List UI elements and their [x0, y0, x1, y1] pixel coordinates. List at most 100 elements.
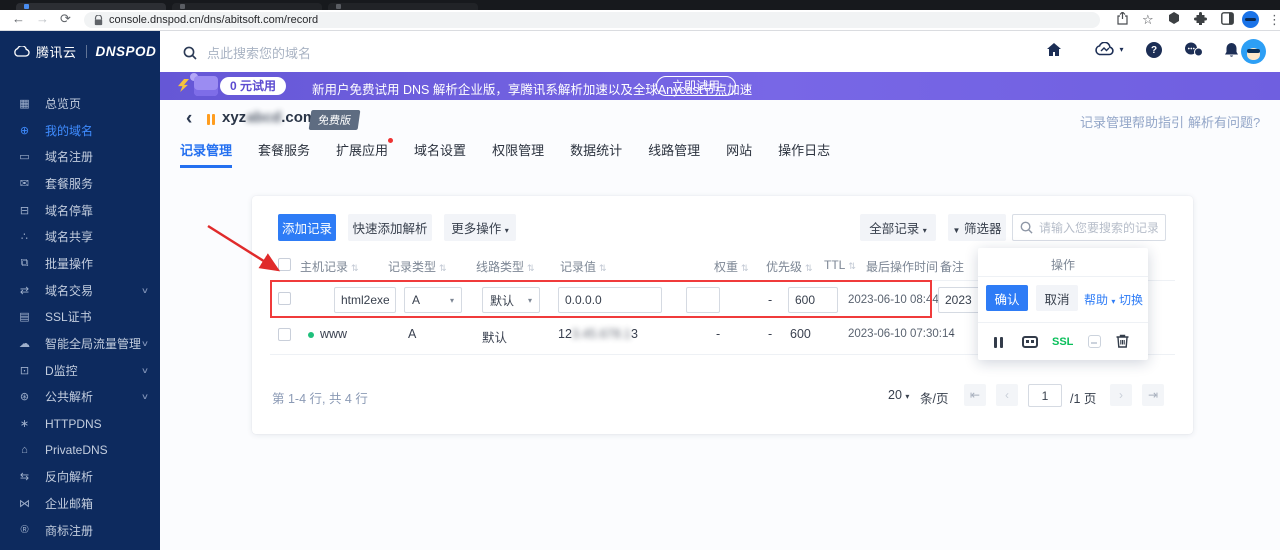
help-icon[interactable]: ?	[1146, 42, 1162, 58]
sidebar-item-trademark[interactable]: ®商标注册	[0, 517, 160, 544]
tab-extensions[interactable]: 扩展应用	[336, 140, 388, 168]
filter-button[interactable]: ▼ 筛选器	[948, 214, 1006, 241]
sidebar-item-domain-parking[interactable]: ⊟域名停靠	[0, 197, 160, 224]
domain-register-icon: ▭	[17, 150, 32, 163]
sidebar-item-overview[interactable]: ▦总览页	[0, 90, 160, 117]
records-help-link[interactable]: 记录管理帮助指引	[1080, 112, 1184, 131]
sidebar-item-d-monitor[interactable]: ⊡D监控∨	[0, 357, 160, 384]
sidebar-item-traffic[interactable]: ☁智能全局流量管理∨	[0, 330, 160, 357]
browser-back-icon[interactable]: ←	[12, 11, 25, 26]
per-page-dropdown[interactable]: 20 ▾	[888, 388, 909, 402]
first-page-button[interactable]: ⇤	[964, 384, 986, 406]
sidebar-item-batch[interactable]: ⧉批量操作	[0, 250, 160, 277]
user-avatar[interactable]	[1241, 39, 1266, 64]
record-enabled-dot	[308, 332, 314, 338]
row-checkbox[interactable]	[278, 328, 291, 341]
side-panel-icon[interactable]	[1221, 12, 1234, 28]
extension-badge-icon[interactable]	[1168, 12, 1180, 27]
browser-tab[interactable]	[172, 3, 322, 10]
ttl-input[interactable]	[788, 287, 838, 313]
support-chat-icon[interactable]	[1184, 42, 1203, 62]
tab-permissions[interactable]: 权限管理	[492, 140, 544, 168]
per-page-unit: 条/页	[920, 388, 948, 407]
prev-page-button[interactable]: ‹	[996, 384, 1018, 406]
new-dot-badge	[388, 138, 393, 143]
home-icon[interactable]	[1046, 42, 1062, 62]
row-checkbox[interactable]	[278, 292, 291, 305]
host-input[interactable]	[334, 287, 396, 313]
sort-icon: ⇅	[848, 261, 856, 271]
sidebar-item-ssl-cert[interactable]: ▤SSL证书	[0, 304, 160, 331]
search-icon	[183, 46, 197, 60]
browser-tab[interactable]	[16, 3, 166, 10]
brand[interactable]: 腾讯云 DNSPOD	[0, 31, 160, 72]
browser-reload-icon[interactable]: ⟳	[60, 11, 71, 27]
browser-profile-avatar[interactable]	[1242, 11, 1259, 28]
browser-tab[interactable]	[328, 3, 478, 10]
sidebar-item-reverse-dns[interactable]: ⇆反向解析	[0, 464, 160, 491]
notifications-bell-icon[interactable]	[1224, 42, 1239, 63]
total-pages-label: /1 页	[1070, 388, 1096, 407]
more-actions-button[interactable]: 更多操作 ▾	[444, 214, 516, 241]
browser-forward-icon[interactable]: →	[36, 11, 49, 26]
delete-icon[interactable]	[1116, 334, 1129, 353]
note-cell: -	[950, 327, 954, 341]
switch-link[interactable]: 切换	[1119, 291, 1143, 308]
ssl-action-link[interactable]: SSL	[1052, 336, 1073, 348]
last-page-button[interactable]: ⇥	[1142, 384, 1164, 406]
sidebar-item-domain-trade[interactable]: ⇄域名交易∨	[0, 277, 160, 304]
brand-divider	[86, 45, 87, 58]
tab-logs[interactable]: 操作日志	[778, 140, 830, 168]
address-bar[interactable]: console.dnspod.cn/dns/abitsoft.com/recor…	[84, 12, 1100, 28]
tab-statistics[interactable]: 数据统计	[570, 140, 622, 168]
console-topbar: 点此搜索您的域名 ▾ ?	[160, 31, 1280, 72]
sidebar-item-public-dns[interactable]: ⊛公共解析∨	[0, 384, 160, 411]
priority-cell: -	[768, 327, 772, 341]
plan-badge: 免费版	[309, 110, 361, 130]
sidebar-item-my-domains[interactable]: ⊕我的域名	[0, 117, 160, 144]
add-record-button[interactable]: 添加记录	[278, 214, 336, 241]
cancel-button[interactable]: 取消	[1036, 285, 1078, 311]
type-select[interactable]: A▾	[404, 287, 462, 313]
bookmark-star-icon[interactable]: ☆	[1142, 12, 1154, 28]
sidebar-item-domain-register[interactable]: ▭域名注册	[0, 143, 160, 170]
tab-records[interactable]: 记录管理	[180, 140, 232, 168]
sidebar-item-httpdns[interactable]: ∗HTTPDNS	[0, 410, 160, 437]
browser-menu-icon[interactable]: ⋮	[1268, 12, 1280, 28]
promo-cta-button[interactable]: 立即试用	[656, 76, 736, 96]
share-icon[interactable]	[1116, 12, 1129, 28]
traffic-icon: ☁	[17, 337, 32, 350]
line-select[interactable]: 默认▾	[482, 287, 540, 313]
sidebar-item-package[interactable]: ✉套餐服务	[0, 170, 160, 197]
value-input[interactable]	[558, 287, 662, 313]
extensions-puzzle-icon[interactable]	[1194, 12, 1207, 28]
value-masked: 3.45.678.1	[572, 327, 631, 341]
tab-website[interactable]: 网站	[726, 140, 752, 168]
pause-record-icon[interactable]	[994, 337, 1003, 348]
record-search-input[interactable]	[1039, 221, 1158, 235]
select-all-checkbox[interactable]	[278, 258, 291, 271]
sidebar-item-domain-share[interactable]: ∴域名共享	[0, 223, 160, 250]
caret-down-icon: ▾	[528, 296, 532, 305]
chevron-down-icon: ∨	[141, 392, 149, 401]
next-page-button[interactable]: ›	[1110, 384, 1132, 406]
cloud-console-icon[interactable]: ▾	[1094, 42, 1123, 61]
tab-lines[interactable]: 线路管理	[648, 140, 700, 168]
help-dropdown-link[interactable]: 帮助 ▾	[1084, 291, 1115, 308]
sidebar-item-privatedns[interactable]: ⌂PrivateDNS	[0, 437, 160, 464]
edit-note-icon[interactable]	[1088, 335, 1101, 348]
tab-domain-settings[interactable]: 域名设置	[414, 140, 466, 168]
record-search-box[interactable]	[1012, 214, 1166, 241]
divider	[978, 322, 1148, 323]
page-number-input[interactable]	[1028, 384, 1062, 407]
weight-input[interactable]	[686, 287, 720, 313]
record-monitor-icon[interactable]	[1022, 336, 1038, 348]
domain-search[interactable]: 点此搜索您的域名	[183, 43, 311, 62]
quick-add-button[interactable]: 快速添加解析	[348, 214, 432, 241]
tab-package[interactable]: 套餐服务	[258, 140, 310, 168]
sidebar-item-mailbox[interactable]: ⋈企业邮箱	[0, 490, 160, 517]
dns-issue-link[interactable]: 解析有问题?	[1188, 112, 1260, 131]
record-scope-dropdown[interactable]: 全部记录 ▾	[860, 214, 936, 241]
confirm-button[interactable]: 确认	[986, 285, 1028, 311]
back-icon[interactable]: ‹	[186, 108, 192, 130]
